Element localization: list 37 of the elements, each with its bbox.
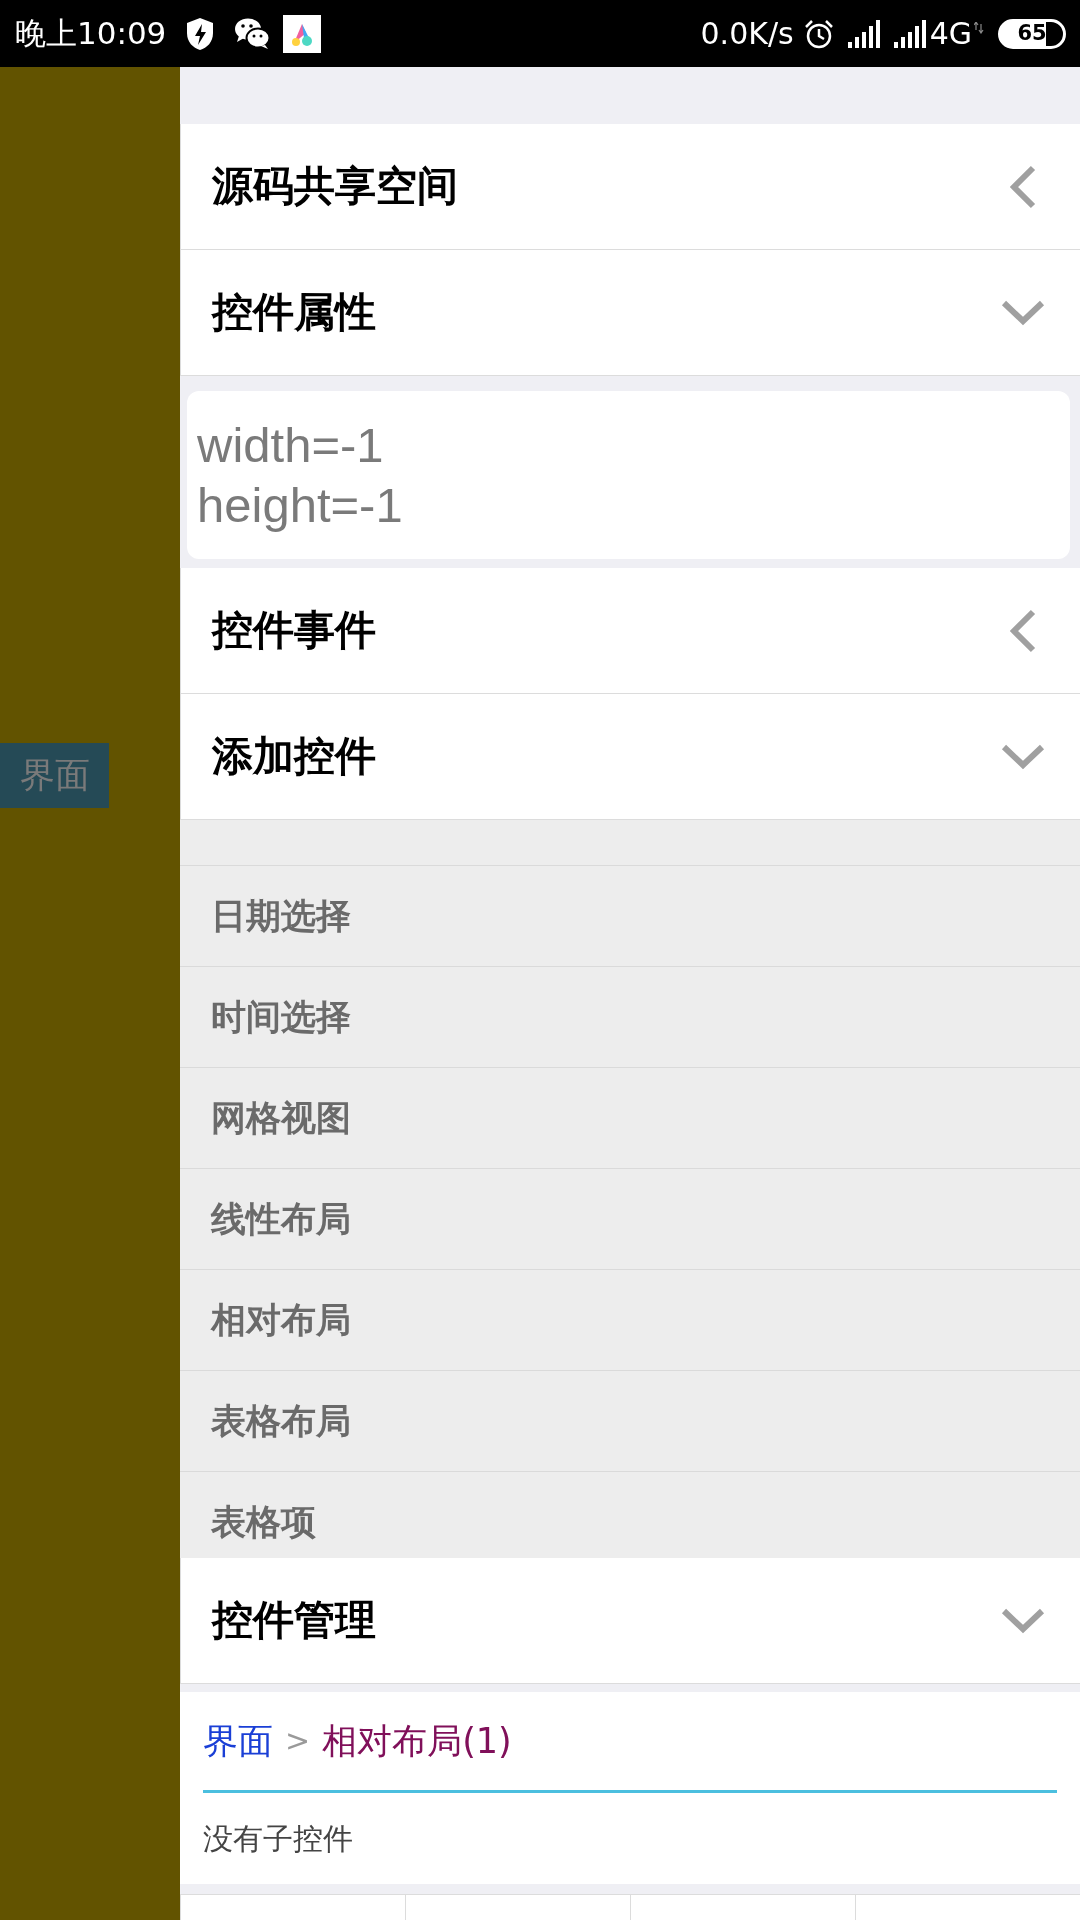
list-item[interactable]: 线性布局 xyxy=(211,1201,351,1237)
bottom-tile[interactable] xyxy=(855,1894,1080,1920)
list-item[interactable]: 相对布局 xyxy=(211,1302,351,1338)
section-title: 控件属性 xyxy=(212,292,376,333)
section-header[interactable]: 控件管理 xyxy=(180,1558,1080,1684)
section-title: 控件事件 xyxy=(212,610,376,651)
list-item[interactable]: 时间选择 xyxy=(211,999,351,1035)
property-line: height=-1 xyxy=(197,477,403,534)
bottom-tile[interactable] xyxy=(630,1894,855,1920)
breadcrumb-link[interactable]: 界面 xyxy=(203,1723,273,1759)
shield-lightning-icon xyxy=(186,16,215,51)
list-item[interactable]: 网格视图 xyxy=(211,1100,351,1136)
network-type: 4G xyxy=(929,18,972,49)
section-title: 源码共享空间 xyxy=(212,166,458,207)
section-title: 控件管理 xyxy=(212,1600,376,1641)
section-header[interactable]: 源码共享空间 xyxy=(180,124,1080,250)
bottom-tile[interactable] xyxy=(405,1894,630,1920)
bottom-tile[interactable] xyxy=(180,1894,405,1920)
battery-indicator: 65 xyxy=(998,18,1066,49)
section-title: 添加控件 xyxy=(212,736,376,777)
list-item[interactable]: 日期选择 xyxy=(211,898,351,934)
section-header[interactable]: 添加控件 xyxy=(180,694,1080,820)
signal-icon xyxy=(893,19,926,48)
chat-bubbles-icon xyxy=(234,17,271,50)
breadcrumb-separator: > xyxy=(285,1726,311,1756)
property-line: width=-1 xyxy=(197,417,384,474)
list-item[interactable]: 表格项 xyxy=(211,1504,316,1540)
list-item[interactable]: 表格布局 xyxy=(211,1403,351,1439)
breadcrumb-current[interactable]: 相对布局(1) xyxy=(322,1723,512,1759)
app-icon xyxy=(283,14,322,53)
section-header[interactable]: 控件属性 xyxy=(180,250,1080,376)
data-arrows-icon xyxy=(974,21,984,34)
section-header[interactable]: 控件事件 xyxy=(180,568,1080,694)
signal-icon xyxy=(847,19,880,48)
status-time: 晚上10:09 xyxy=(15,18,167,49)
network-speed: 0.0K/s xyxy=(700,18,794,49)
empty-message: 没有子控件 xyxy=(203,1823,353,1854)
